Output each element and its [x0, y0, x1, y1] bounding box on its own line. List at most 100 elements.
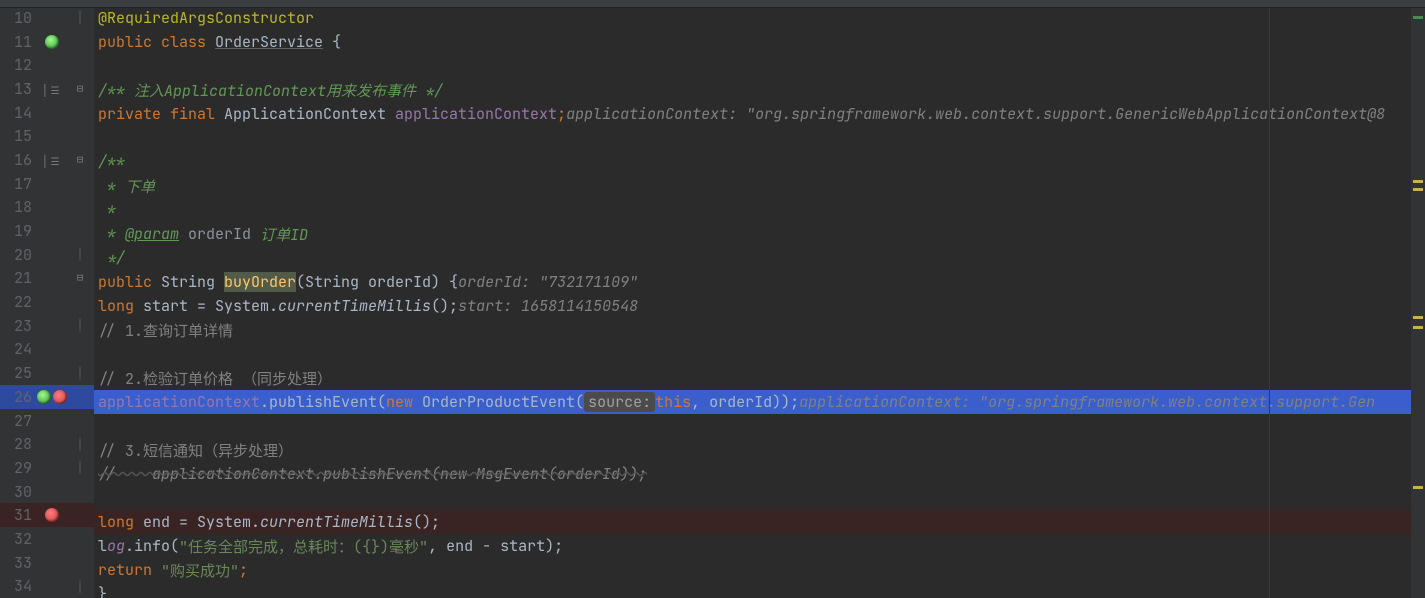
method-call: currentTimeMillis [278, 296, 431, 316]
editor-tabstrip[interactable] [0, 0, 1425, 8]
gutter-marks[interactable] [34, 390, 70, 404]
gutter-row[interactable]: 11 [0, 30, 94, 54]
fold-indicator[interactable] [70, 248, 90, 261]
gutter-row[interactable]: 12 [0, 53, 94, 77]
gutter-row[interactable]: 27 [0, 409, 94, 433]
editor: 10 11 12 13 14 15 16171819202122 232425 26272829… [0, 0, 1425, 598]
gutter[interactable]: 10 11 12 13 14 15 16171819202122 232425 26272829… [0, 0, 94, 598]
line-number: 15 [0, 126, 34, 146]
line-number: 30 [0, 482, 34, 502]
kw-public: public [98, 32, 161, 52]
type: String [161, 272, 224, 292]
gutter-row[interactable]: 28 [0, 432, 94, 456]
inline-hint-value: start: 1658114150548 [458, 296, 638, 316]
kw-return: return [98, 560, 161, 580]
doc-comment: */ [98, 248, 125, 268]
gutter-marks[interactable] [34, 150, 70, 170]
fold-indicator[interactable] [70, 153, 90, 167]
overview-marker[interactable] [1413, 326, 1423, 329]
annotation: @RequiredArgsConstructor [98, 8, 314, 28]
fold-indicator[interactable] [70, 11, 90, 24]
overview-marker[interactable] [1413, 188, 1423, 191]
gutter-row[interactable]: 16 [0, 148, 94, 172]
type: ApplicationContext [224, 104, 395, 124]
field: applicationContext [98, 392, 260, 412]
gutter-row[interactable]: 20 [0, 243, 94, 267]
line-number: 26 [0, 387, 34, 407]
line-number: 34 [0, 576, 34, 596]
line-number: 11 [0, 32, 34, 52]
kw-long: long [98, 512, 143, 532]
kw-class: class [161, 32, 215, 52]
gutter-row[interactable]: 10 [0, 6, 94, 30]
hard-wrap-guide [1269, 0, 1270, 598]
line-comment: // 3.短信通知（异步处理） [98, 440, 293, 461]
code-area[interactable]: @RequiredArgsConstructor public class Or… [94, 0, 1425, 598]
gutter-row[interactable]: 26 [0, 385, 94, 409]
line-number: 14 [0, 103, 34, 123]
gutter-row[interactable]: 13 [0, 77, 94, 101]
fold-indicator[interactable] [70, 461, 90, 474]
gutter-row[interactable]: 24 [0, 338, 94, 362]
line-number: 20 [0, 245, 34, 265]
gutter-row[interactable]: 15 [0, 124, 94, 148]
gutter-marks[interactable] [34, 79, 70, 99]
brace-close: } [98, 584, 107, 598]
doc-indicator-icon [45, 79, 60, 99]
overview-marker[interactable] [1413, 16, 1423, 19]
fold-indicator[interactable] [70, 438, 90, 451]
line-number: 13 [0, 79, 34, 99]
gutter-row[interactable]: 23 [0, 314, 94, 338]
line-comment: // 1.查询订单详情 [98, 320, 233, 341]
gutter-row[interactable]: 32 [0, 527, 94, 551]
gutter-row[interactable]: 22 [0, 290, 94, 314]
gutter-row[interactable]: 30 [0, 480, 94, 504]
inline-hint-value: applicationContext: "org.springframework… [799, 392, 1375, 412]
gutter-row[interactable]: 34 [0, 575, 94, 598]
line-number: 28 [0, 434, 34, 454]
method-call: currentTimeMillis [260, 512, 413, 532]
overview-strip[interactable] [1411, 0, 1425, 598]
fold-indicator[interactable] [70, 319, 90, 332]
doc-indicator-icon [45, 150, 60, 170]
string-literal: "任务全部完成，总耗时：({})毫秒" [179, 536, 428, 557]
line-number: 32 [0, 529, 34, 549]
fold-indicator[interactable] [70, 271, 90, 285]
gutter-row[interactable]: 25 [0, 361, 94, 385]
gutter-marks[interactable] [34, 35, 70, 49]
line-number: 12 [0, 55, 34, 75]
fold-indicator[interactable] [70, 367, 90, 380]
gutter-row[interactable]: 19 [0, 219, 94, 243]
line-number: 22 [0, 292, 34, 312]
line-number: 25 [0, 363, 34, 383]
line-number: 18 [0, 197, 34, 217]
kw-private: private [98, 104, 170, 124]
string-literal: "购买成功" [161, 560, 239, 581]
fold-indicator[interactable] [70, 580, 90, 593]
field-log: og [107, 536, 125, 556]
doc-tag: @param [125, 224, 179, 244]
commented-out-code: // applicationContext.publishEvent(new M… [98, 464, 647, 484]
line-number: 16 [0, 150, 34, 170]
gutter-marks[interactable] [34, 508, 70, 522]
gutter-row[interactable]: 17 [0, 172, 94, 196]
fold-indicator[interactable] [70, 82, 90, 96]
doc-comment: * [98, 200, 116, 220]
overview-marker[interactable] [1413, 486, 1423, 489]
gutter-row[interactable]: 31 [0, 503, 94, 527]
inline-hint-value: applicationContext: "org.springframework… [566, 104, 1385, 124]
gutter-row[interactable]: 14 [0, 101, 94, 125]
gutter-breakpoint-icon[interactable] [45, 508, 59, 522]
gutter-run-icon[interactable] [37, 390, 51, 404]
gutter-row[interactable]: 33 [0, 551, 94, 575]
gutter-breakpoint-icon[interactable] [53, 390, 67, 404]
gutter-row[interactable]: 21 [0, 267, 94, 291]
line-number: 23 [0, 316, 34, 336]
overview-marker[interactable] [1413, 180, 1423, 183]
gutter-run-icon[interactable] [45, 35, 59, 49]
line-number: 10 [0, 8, 34, 28]
overview-marker[interactable] [1413, 316, 1423, 319]
gutter-row[interactable]: 18 [0, 196, 94, 220]
current-exec-line: applicationContext.publishEvent(new Orde… [94, 390, 1425, 414]
gutter-row[interactable]: 29 [0, 456, 94, 480]
